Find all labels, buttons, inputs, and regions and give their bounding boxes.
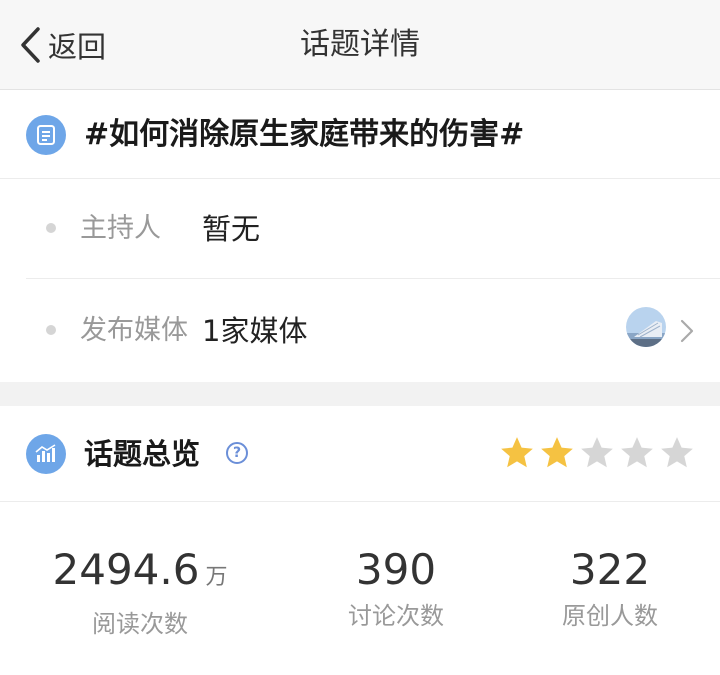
media-avatar xyxy=(626,307,666,347)
overview-header: 话题总览 ? xyxy=(0,406,720,502)
list-icon xyxy=(26,115,66,155)
star-empty-icon xyxy=(581,437,613,468)
help-icon[interactable]: ? xyxy=(226,442,248,464)
star-filled-icon xyxy=(501,437,533,468)
rating-stars xyxy=(498,434,696,474)
stat-unit: 万 xyxy=(205,565,228,590)
media-value: 1家媒体 xyxy=(202,314,308,348)
stat-value: 322 xyxy=(569,545,651,594)
overview-title: 话题总览 xyxy=(84,437,201,471)
stat-read-count: 2494.6 万 阅读次数 xyxy=(20,544,260,640)
stat-label: 阅读次数 xyxy=(92,610,188,638)
host-value: 暂无 xyxy=(202,212,261,246)
bullet-dot xyxy=(46,223,56,233)
stat-original-authors: 322 原创人数 xyxy=(490,544,720,632)
stat-value: 2494.6 xyxy=(52,545,200,594)
star-filled-icon xyxy=(541,437,573,468)
stat-discussion-count: 390 讨论次数 xyxy=(276,544,516,632)
star-empty-icon xyxy=(661,437,693,468)
overview-section: 话题总览 ? 2494.6 万 阅读次数 390 讨论次数 322 原创人数 xyxy=(0,406,720,675)
chevron-right-icon xyxy=(680,319,694,343)
stat-label: 讨论次数 xyxy=(348,602,444,630)
page-title: 话题详情 xyxy=(300,27,420,62)
topic-title: #如何消除原生家庭带来的伤害# xyxy=(84,117,525,152)
stat-label: 原创人数 xyxy=(562,602,658,630)
stats-row: 2494.6 万 阅读次数 390 讨论次数 322 原创人数 xyxy=(0,502,720,675)
star-empty-icon xyxy=(621,437,653,468)
host-label: 主持人 xyxy=(80,213,161,244)
bullet-dot xyxy=(46,325,56,335)
stat-value: 390 xyxy=(355,545,437,594)
media-label: 发布媒体 xyxy=(80,315,188,346)
section-divider xyxy=(0,382,720,406)
host-row: 主持人 暂无 xyxy=(26,179,720,279)
bar-chart-icon xyxy=(26,434,66,474)
topic-header: #如何消除原生家庭带来的伤害# xyxy=(0,91,720,179)
topic-info-section: #如何消除原生家庭带来的伤害# 主持人 暂无 发布媒体 1家媒体 xyxy=(0,91,720,382)
nav-bar: 返回 话题详情 xyxy=(0,0,720,90)
media-row[interactable]: 发布媒体 1家媒体 xyxy=(26,281,720,382)
